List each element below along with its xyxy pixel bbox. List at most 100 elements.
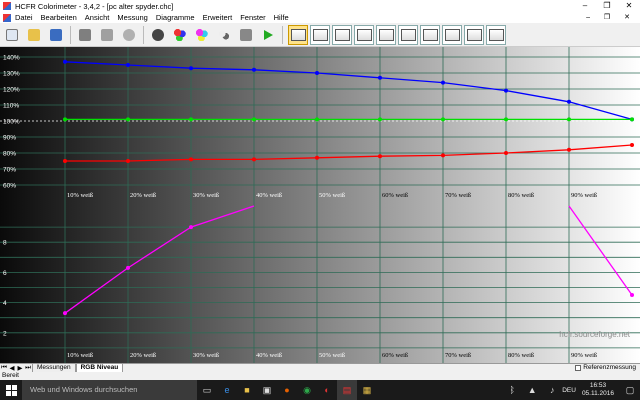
undo-icon xyxy=(123,28,135,41)
monitor-icon xyxy=(422,28,438,41)
view-button-7[interactable] xyxy=(420,24,440,45)
tab-prev-button[interactable]: ◀ xyxy=(8,364,16,372)
edge-icon[interactable]: e xyxy=(217,380,237,400)
data-point xyxy=(63,311,67,316)
menu-diagramme[interactable]: Diagramme xyxy=(156,13,195,22)
measure-button[interactable] xyxy=(149,26,167,44)
data-point xyxy=(63,159,67,163)
y-tick-label: 6 xyxy=(3,270,7,277)
data-point xyxy=(189,117,193,122)
data-point xyxy=(378,75,382,80)
menu-fenster[interactable]: Fenster xyxy=(240,13,265,22)
store-icon[interactable]: ▣ xyxy=(257,380,277,400)
monitor-icon xyxy=(312,28,328,41)
print-button[interactable] xyxy=(76,26,94,44)
y-tick-label: 110% xyxy=(3,103,19,110)
close-button[interactable]: ✕ xyxy=(618,0,640,12)
menu-bearbeiten[interactable]: Bearbeiten xyxy=(41,13,77,22)
x-tick-label: 60% weiß xyxy=(382,192,409,199)
menu-erweitert[interactable]: Erweitert xyxy=(203,13,233,22)
data-point xyxy=(189,157,193,162)
language-indicator[interactable]: DEU xyxy=(562,387,576,394)
reference-measurement-toggle[interactable]: Referenzmessung xyxy=(575,364,636,371)
play-button[interactable] xyxy=(259,26,277,44)
x-tick-label: 30% weiß xyxy=(193,192,220,199)
folder-icon xyxy=(28,28,40,41)
menu-datei[interactable]: Datei xyxy=(15,13,33,22)
data-point xyxy=(252,67,256,72)
x-tick-label: 90% weiß xyxy=(571,192,598,199)
network-icon[interactable]: ▲ xyxy=(522,380,542,400)
document-icon[interactable] xyxy=(3,13,11,22)
tab-first-button[interactable]: ⏮ xyxy=(0,364,8,372)
gray-balls-icon xyxy=(218,28,230,41)
view-button-2[interactable] xyxy=(310,24,330,45)
monitor-icon xyxy=(334,28,350,41)
explorer-icon[interactable]: ■ xyxy=(237,380,257,400)
data-point xyxy=(315,117,319,122)
save-button[interactable] xyxy=(47,26,65,44)
data-point xyxy=(126,265,130,270)
reference-label: Referenzmessung xyxy=(583,364,636,371)
clock[interactable]: 16:53 05.11.2016 xyxy=(582,382,614,398)
y-tick-label: 140% xyxy=(3,55,20,62)
color-measure-button[interactable] xyxy=(193,26,211,44)
view-button-10[interactable] xyxy=(486,24,506,45)
bluetooth-icon[interactable]: ᛒ xyxy=(502,380,522,400)
task-view-icon[interactable]: ▭ xyxy=(197,380,217,400)
view-button-4[interactable] xyxy=(354,24,374,45)
menu-ansicht[interactable]: Ansicht xyxy=(85,13,110,22)
taskbar-search-box[interactable]: Web und Windows durchsuchen xyxy=(22,380,197,400)
document-window-controls[interactable]: – ❐ ✕ xyxy=(586,12,636,23)
view-button-5[interactable] xyxy=(376,24,396,45)
x-tick-label: 10% weiß xyxy=(67,192,94,199)
tab-last-button[interactable]: ⏭ xyxy=(24,364,32,372)
hcfr-taskbar-icon[interactable]: ▤ xyxy=(337,380,357,400)
windows-taskbar: Web und Windows durchsuchen ▭ e ■ ▣ ● ◉ … xyxy=(0,380,640,400)
view-button-9[interactable] xyxy=(464,24,484,45)
open-button[interactable] xyxy=(25,26,43,44)
toolbar-separator xyxy=(143,25,144,44)
rgb-measure-button[interactable] xyxy=(171,26,189,44)
data-point xyxy=(504,151,508,155)
capture-button[interactable] xyxy=(237,26,255,44)
notifications-icon[interactable]: ▢ xyxy=(620,380,640,400)
firefox-icon[interactable]: ● xyxy=(277,380,297,400)
menu-hilfe[interactable]: Hilfe xyxy=(274,13,289,22)
monitor-icon xyxy=(466,28,482,41)
x-tick-label: 70% weiß xyxy=(445,192,472,199)
print-preview-button[interactable] xyxy=(98,26,116,44)
data-point xyxy=(630,117,634,122)
print-preview-icon xyxy=(101,28,113,41)
minimize-button[interactable]: – xyxy=(574,0,596,12)
system-tray: ᛒ ▲ ♪ DEU 16:53 05.11.2016 ▢ xyxy=(502,380,640,400)
x-tick-label: 20% weiß xyxy=(130,352,157,359)
data-point xyxy=(252,117,256,122)
view-button-8[interactable] xyxy=(442,24,462,45)
app-taskbar-icon[interactable]: ▦ xyxy=(357,380,377,400)
new-icon xyxy=(6,28,18,41)
y-tick-label: 70% xyxy=(3,167,16,174)
grayscale-button[interactable] xyxy=(215,26,233,44)
chrome-icon[interactable]: ◉ xyxy=(297,380,317,400)
x-tick-label: 20% weiß xyxy=(130,192,157,199)
view-button-1[interactable] xyxy=(288,24,308,45)
start-button[interactable] xyxy=(0,380,22,400)
play-icon xyxy=(264,29,273,40)
monitor-icon xyxy=(444,28,460,41)
maximize-button[interactable]: ❐ xyxy=(596,0,618,12)
view-button-3[interactable] xyxy=(332,24,352,45)
menu-messung[interactable]: Messung xyxy=(117,13,147,22)
toolbar xyxy=(0,23,640,47)
x-tick-label: 80% weiß xyxy=(508,352,535,359)
reference-checkbox[interactable] xyxy=(575,364,582,371)
tab-next-button[interactable]: ▶ xyxy=(16,364,24,372)
media-icon[interactable]: ◐ xyxy=(317,380,337,400)
view-button-6[interactable] xyxy=(398,24,418,45)
undo-button[interactable] xyxy=(120,26,138,44)
new-button[interactable] xyxy=(3,26,21,44)
camera-icon xyxy=(240,28,252,41)
volume-icon[interactable]: ♪ xyxy=(542,380,562,400)
y-tick-label: 60% xyxy=(3,183,16,190)
data-point xyxy=(630,143,634,147)
